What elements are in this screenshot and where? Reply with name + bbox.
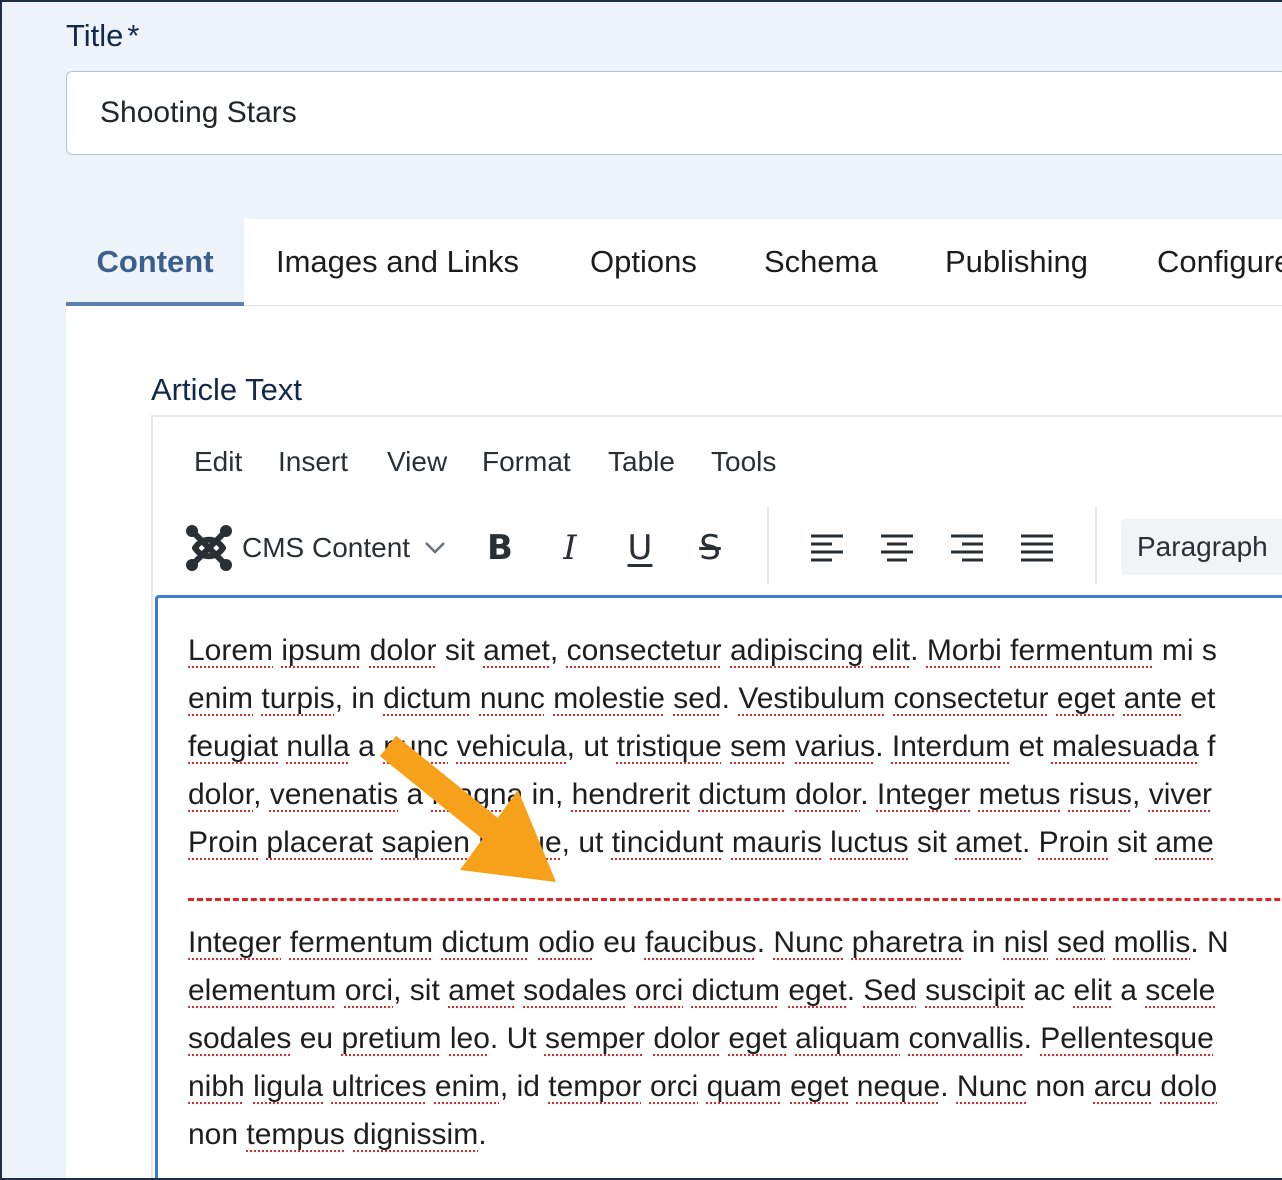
menu-view[interactable]: View xyxy=(387,446,447,478)
block-format-select[interactable]: Paragraph xyxy=(1121,519,1282,575)
underline-button[interactable]: U xyxy=(614,520,666,576)
paragraph-2: Integer fermentum dictum odio eu faucibu… xyxy=(188,919,1282,1159)
strikethrough-button[interactable]: S xyxy=(684,520,736,576)
cms-content-label: CMS Content xyxy=(242,532,411,563)
italic-button[interactable]: I xyxy=(544,520,596,576)
underline-icon: U xyxy=(627,528,653,568)
menu-tools[interactable]: Tools xyxy=(711,446,776,478)
bold-button[interactable]: B xyxy=(474,520,526,576)
paragraph-1: Lorem ipsum dolor sit amet, consectetur … xyxy=(188,627,1282,867)
bold-icon: B xyxy=(487,528,513,568)
align-right-button[interactable] xyxy=(940,520,994,576)
text-line: Proin placerat sapien neque, ut tincidun… xyxy=(188,826,1214,859)
tab-images-and-links[interactable]: Images and Links xyxy=(276,219,519,306)
align-justify-icon xyxy=(1021,534,1053,562)
align-right-icon xyxy=(951,534,983,562)
toolbar-separator xyxy=(767,506,769,584)
menu-table[interactable]: Table xyxy=(608,446,675,478)
justify-button[interactable] xyxy=(1010,520,1064,576)
tab-publishing[interactable]: Publishing xyxy=(945,219,1088,306)
menu-edit[interactable]: Edit xyxy=(194,446,242,478)
tab-bar: Content Images and Links Options Schema … xyxy=(66,219,1282,306)
title-input[interactable] xyxy=(66,71,1282,155)
text-line: Integer fermentum dictum odio eu faucibu… xyxy=(188,926,1229,959)
italic-icon: I xyxy=(563,528,577,568)
text-line: dolor, venenatis a magna in, hendrerit d… xyxy=(188,778,1213,811)
required-mark: * xyxy=(127,18,140,53)
align-left-icon xyxy=(811,534,843,562)
read-more-separator xyxy=(188,898,1282,901)
strikethrough-icon: S xyxy=(699,528,721,568)
tab-configure[interactable]: Configure xyxy=(1157,219,1282,306)
align-center-button[interactable] xyxy=(870,520,924,576)
chevron-down-icon xyxy=(425,542,445,554)
menu-format[interactable]: Format xyxy=(482,446,571,478)
align-left-button[interactable] xyxy=(800,520,854,576)
editor-content-area[interactable]: Lorem ipsum dolor sit amet, consectetur … xyxy=(155,595,1282,1180)
text-line: sodales eu pretium leo. Ut semper dolor … xyxy=(188,1022,1214,1055)
align-center-icon xyxy=(881,534,913,562)
text-line: feugiat nulla a nunc vehicula, ut tristi… xyxy=(188,730,1216,763)
tab-options[interactable]: Options xyxy=(590,219,697,306)
tab-content[interactable]: Content xyxy=(66,219,244,306)
text-line: non tempus dignissim. xyxy=(188,1118,487,1151)
text-line: elementum orci, sit amet sodales orci di… xyxy=(188,974,1216,1007)
title-label-text: Title xyxy=(66,18,124,53)
article-text-label: Article Text xyxy=(151,372,303,407)
text-line: Lorem ipsum dolor sit amet, consectetur … xyxy=(188,634,1217,667)
tab-schema[interactable]: Schema xyxy=(764,219,878,306)
title-label: Title * xyxy=(66,18,140,54)
text-line: enim turpis, in dictum nunc molestie sed… xyxy=(188,682,1216,715)
joomla-logo-icon xyxy=(186,525,232,571)
text-line: nibh ligula ultrices enim, id tempor orc… xyxy=(188,1070,1218,1103)
cms-content-button[interactable]: CMS Content xyxy=(184,520,454,576)
toolbar-separator xyxy=(1095,506,1097,584)
menu-insert[interactable]: Insert xyxy=(278,446,348,478)
